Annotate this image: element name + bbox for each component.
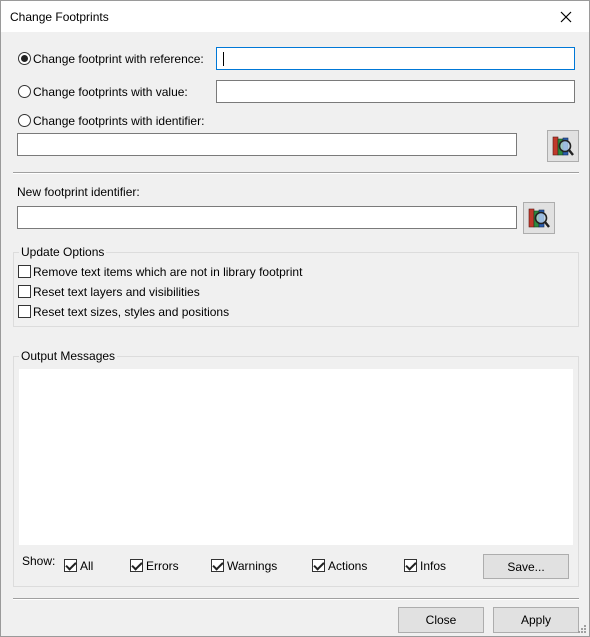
library-browser-icon [528,208,550,228]
checkbox-remove-text-items[interactable] [18,265,31,278]
filter-all-label: All [80,559,94,573]
radio-change-by-reference[interactable] [18,52,31,65]
checkbox-label-remove-text-items: Remove text items which are not in libra… [33,265,303,279]
new-footprint-input[interactable] [17,206,517,229]
apply-button[interactable]: Apply [493,607,579,633]
identifier-input[interactable] [17,133,517,156]
resize-grip-icon[interactable] [577,624,587,634]
value-input[interactable] [216,80,575,103]
filter-errors-label: Errors [146,559,179,573]
separator-bottom [13,598,579,600]
filter-warnings-label: Warnings [227,559,278,573]
radio-change-by-identifier[interactable] [18,114,31,127]
browse-new-footprint-button[interactable] [523,202,555,234]
reference-input[interactable] [216,47,575,70]
checkbox-label-reset-text-sizes: Reset text sizes, styles and positions [33,305,230,319]
show-label: Show: [22,554,56,568]
browse-identifier-button[interactable] [547,130,579,162]
update-options-title: Update Options [19,245,107,259]
title-bar: Change Footprints [1,1,589,32]
output-messages-title: Output Messages [19,349,118,363]
filter-actions-checkbox[interactable] [312,559,325,572]
checkbox-reset-text-layers[interactable] [18,285,31,298]
filter-errors-checkbox[interactable] [130,559,143,572]
radio-label-reference: Change footprint with reference: [33,52,204,66]
new-footprint-label: New footprint identifier: [17,185,140,199]
checkbox-label-reset-text-layers: Reset text layers and visibilities [33,285,200,299]
filter-all-checkbox[interactable] [64,559,77,572]
library-browser-icon [552,136,574,156]
close-button[interactable]: Close [398,607,484,633]
radio-change-by-value[interactable] [18,85,31,98]
close-window-button[interactable] [543,1,589,32]
radio-label-identifier: Change footprints with identifier: [33,114,205,128]
filter-infos-checkbox[interactable] [404,559,417,572]
separator-top [13,172,579,174]
filter-warnings-checkbox[interactable] [211,559,224,572]
filter-infos-label: Infos [420,559,447,573]
change-footprints-dialog: Change Footprints Change footprint with … [0,0,590,637]
output-messages-panel[interactable] [19,369,573,545]
close-icon [560,11,572,22]
radio-label-value: Change footprints with value: [33,85,188,99]
checkbox-reset-text-sizes[interactable] [18,305,31,318]
save-messages-button[interactable]: Save... [483,554,569,579]
window-title: Change Footprints [10,10,109,24]
text-caret [223,52,224,66]
filter-actions-label: Actions [328,559,368,573]
